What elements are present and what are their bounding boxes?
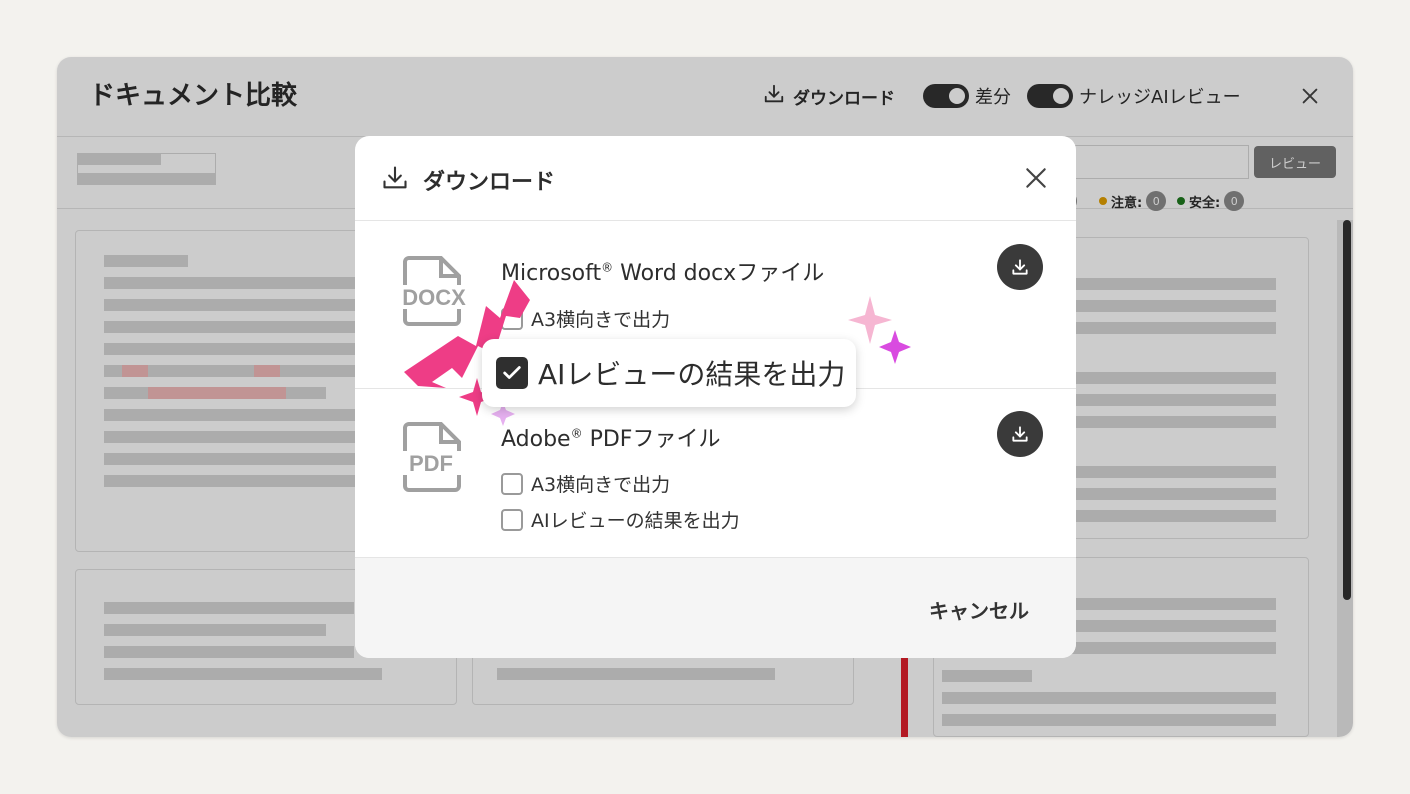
sparkle-icon	[848, 296, 892, 344]
checkbox-checked[interactable]	[496, 357, 528, 389]
sparkle-icon	[879, 330, 911, 364]
callout-label: AIレビューの結果を出力	[538, 358, 846, 391]
ai-review-callout-checkbox[interactable]: AIレビューの結果を出力	[482, 339, 856, 407]
checkmark-icon	[503, 366, 521, 379]
